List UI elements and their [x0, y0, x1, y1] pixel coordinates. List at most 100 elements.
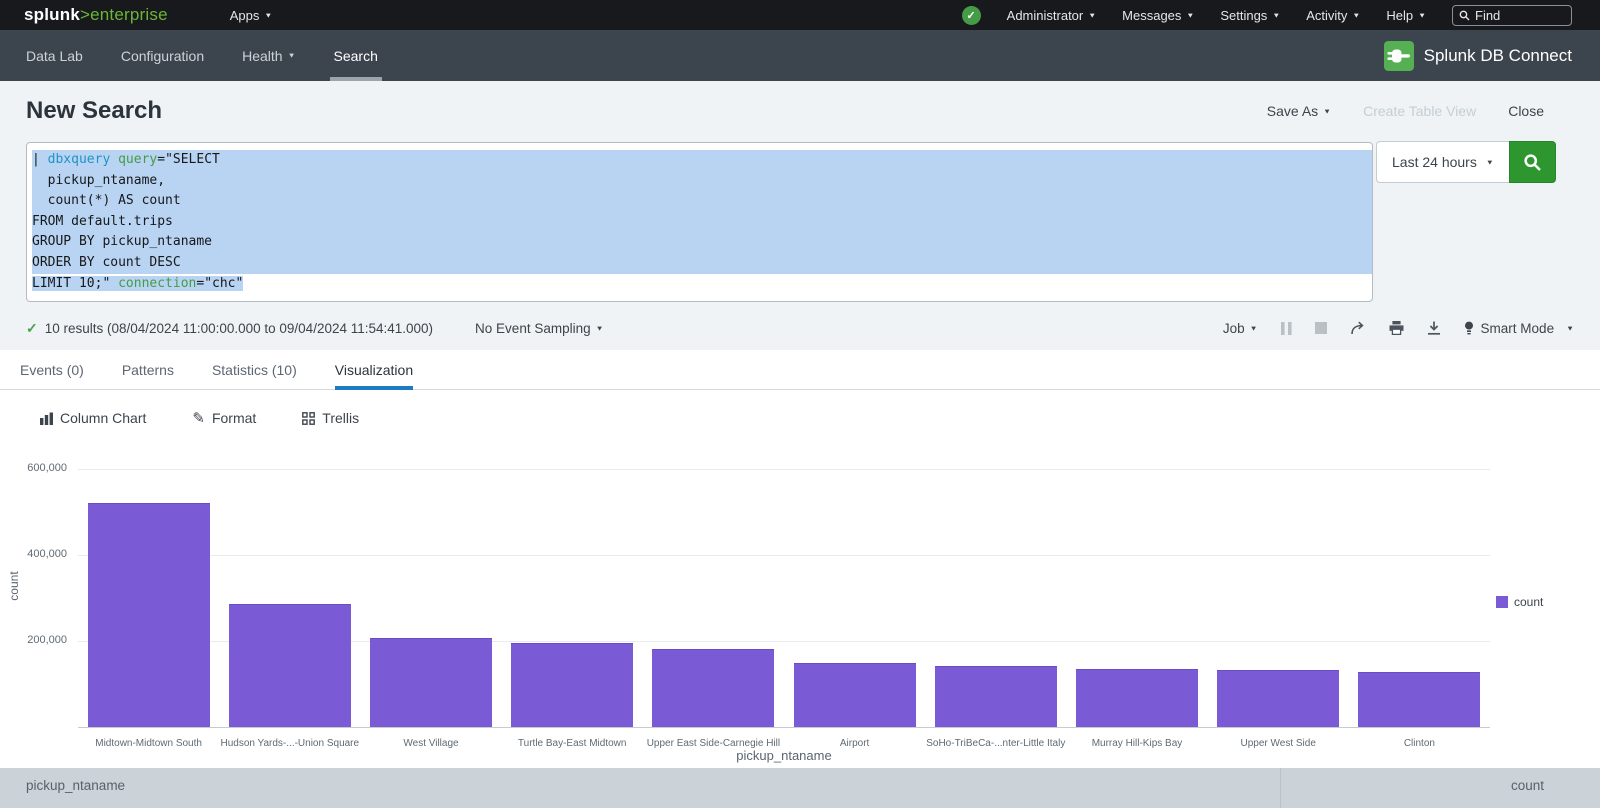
chevron-down-icon: ▼ — [1250, 324, 1258, 332]
chevron-down-icon: ▼ — [1186, 11, 1194, 19]
share-icon[interactable] — [1350, 321, 1366, 335]
chart-bar[interactable] — [370, 638, 492, 727]
chevron-down-icon: ▼ — [1486, 158, 1494, 166]
messages-menu[interactable]: Messages▼ — [1122, 8, 1194, 23]
close-button[interactable]: Close — [1508, 103, 1544, 119]
table-col-pickup-ntaname[interactable]: pickup_ntaname — [0, 768, 1280, 808]
chevron-down-icon: ▼ — [596, 324, 604, 332]
x-axis-tick-label: Murray Hill-Kips Bay — [1066, 738, 1207, 749]
tab-events[interactable]: Events (0) — [20, 350, 84, 389]
event-sampling-menu[interactable]: No Event Sampling▼ — [475, 321, 603, 336]
chart-bar[interactable] — [88, 503, 210, 727]
page-title: New Search — [26, 97, 162, 125]
chevron-down-icon: ▼ — [1418, 11, 1426, 19]
search-query-input[interactable]: | dbxquery query="SELECT pickup_ntaname,… — [26, 142, 1373, 302]
query-line: count(*) AS count — [32, 191, 1372, 212]
lightbulb-icon — [1464, 321, 1474, 336]
chevron-down-icon: ▼ — [264, 11, 272, 19]
pause-icon[interactable] — [1281, 322, 1292, 335]
user-menu[interactable]: Administrator▼ — [1007, 8, 1097, 23]
query-line: ORDER BY count DESC — [32, 253, 1372, 274]
results-count-text: 10 results (08/04/2024 11:00:00.000 to 0… — [45, 321, 433, 336]
nav-data-lab[interactable]: Data Lab — [26, 30, 83, 81]
chart-bar[interactable] — [1217, 670, 1339, 727]
chart-bar[interactable] — [1076, 669, 1198, 727]
nav-health[interactable]: Health▼ — [242, 30, 295, 81]
app-nav-bar: Data Lab Configuration Health▼ Search Sp… — [0, 30, 1600, 81]
activity-menu[interactable]: Activity▼ — [1306, 8, 1360, 23]
chart-bar[interactable] — [652, 649, 774, 727]
query-line: pickup_ntaname, — [32, 171, 1372, 192]
apps-menu[interactable]: Apps▼ — [230, 8, 273, 23]
print-icon[interactable] — [1389, 321, 1404, 335]
search-header: New Search Save As▼ Create Table View Cl… — [0, 81, 1600, 350]
help-menu[interactable]: Help▼ — [1386, 8, 1426, 23]
chart-bar[interactable] — [511, 643, 633, 727]
chart-bar[interactable] — [1358, 672, 1480, 727]
find-search-box[interactable] — [1452, 5, 1572, 26]
trellis-button[interactable]: Trellis — [302, 410, 359, 426]
chart-bar[interactable] — [229, 604, 351, 727]
chart-type-button[interactable]: Column Chart — [40, 410, 146, 426]
trellis-grid-icon — [302, 412, 315, 425]
settings-menu[interactable]: Settings▼ — [1220, 8, 1280, 23]
search-icon — [1459, 10, 1470, 21]
y-axis-tick-label: 200,000 — [0, 634, 67, 646]
tab-visualization[interactable]: Visualization — [335, 350, 413, 389]
app-title-label: Splunk DB Connect — [1424, 46, 1572, 66]
query-line: GROUP BY pickup_ntaname — [32, 232, 1372, 253]
x-axis-tick-label: Airport — [784, 738, 925, 749]
chevron-down-icon: ▼ — [288, 52, 296, 60]
chevron-down-icon: ▼ — [1323, 107, 1331, 115]
column-chart: count pickup_ntaname count 200,000400,00… — [0, 445, 1600, 765]
x-axis-tick-label: Upper East Side-Carnegie Hill — [643, 738, 784, 749]
create-table-view-button: Create Table View — [1363, 103, 1476, 119]
visualization-toolbar: Column Chart ✎ Format Trellis — [0, 391, 1600, 445]
search-results-bar: ✓ 10 results (08/04/2024 11:00:00.000 to… — [0, 306, 1600, 350]
statistics-table-header: pickup_ntaname count — [0, 768, 1600, 808]
pencil-icon: ✎ — [192, 409, 205, 427]
format-button[interactable]: ✎ Format — [192, 409, 256, 427]
column-chart-icon — [40, 412, 53, 425]
gridline — [78, 555, 1490, 556]
export-icon[interactable] — [1427, 321, 1441, 335]
x-axis-line — [78, 727, 1490, 728]
y-axis-tick-label: 600,000 — [0, 462, 67, 474]
tab-statistics[interactable]: Statistics (10) — [212, 350, 297, 389]
query-line: LIMIT 10;" connection="chc" — [32, 274, 1372, 295]
find-input[interactable] — [1475, 8, 1555, 23]
save-as-button[interactable]: Save As▼ — [1267, 103, 1331, 119]
x-axis-tick-label: Turtle Bay-East Midtown — [502, 738, 643, 749]
db-connect-plug-icon — [1384, 41, 1414, 71]
health-status-icon[interactable]: ✓ — [962, 6, 981, 25]
chevron-down-icon: ▼ — [1272, 11, 1280, 19]
chart-legend[interactable]: count — [1496, 595, 1543, 609]
nav-configuration[interactable]: Configuration — [121, 30, 204, 81]
query-line: | dbxquery query="SELECT — [32, 150, 1372, 171]
top-bar: splunk>enterprise Apps▼ ✓ Administrator▼… — [0, 0, 1600, 30]
smart-mode-menu[interactable]: Smart Mode▼ — [1464, 321, 1574, 336]
table-col-count[interactable]: count — [1280, 768, 1600, 808]
splunk-logo[interactable]: splunk>enterprise — [24, 5, 168, 25]
app-title[interactable]: Splunk DB Connect — [1384, 41, 1572, 71]
chart-bar[interactable] — [935, 666, 1057, 727]
run-search-button[interactable] — [1509, 141, 1556, 183]
nav-search[interactable]: Search — [334, 30, 378, 81]
tab-patterns[interactable]: Patterns — [122, 350, 174, 389]
x-axis-tick-label: SoHo-TriBeCa-...nter-Little Italy — [925, 738, 1066, 749]
stop-icon[interactable] — [1315, 322, 1327, 334]
logo-enterprise-text: >enterprise — [80, 5, 168, 24]
logo-splunk-text: splunk — [24, 5, 80, 24]
job-menu[interactable]: Job▼ — [1223, 321, 1258, 336]
search-icon — [1523, 153, 1542, 172]
check-icon: ✓ — [967, 9, 976, 22]
time-range-picker[interactable]: Last 24 hours▼ — [1376, 141, 1509, 183]
legend-label: count — [1514, 595, 1543, 609]
chart-bar[interactable] — [794, 663, 916, 727]
legend-swatch — [1496, 596, 1508, 608]
gridline — [78, 469, 1490, 470]
x-axis-tick-label: Upper West Side — [1208, 738, 1349, 749]
x-axis-tick-label: Midtown-Midtown South — [78, 738, 219, 749]
y-axis-tick-label: 400,000 — [0, 548, 67, 560]
results-tabs: Events (0) Patterns Statistics (10) Visu… — [0, 350, 1600, 390]
